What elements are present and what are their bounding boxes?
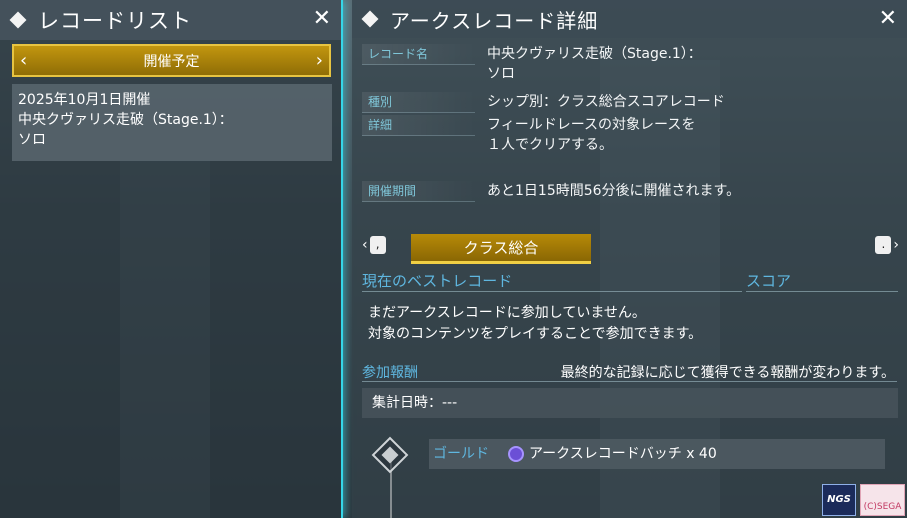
tier-diamond-icon: [371, 436, 409, 474]
ngs-logo: NGS: [822, 484, 856, 516]
period-key: 開催期間: [362, 181, 475, 202]
tally-datetime: 集計日時：---: [362, 388, 898, 418]
key-comma-icon: ,: [369, 236, 386, 254]
record-list-panel: レコードリスト ✕ ‹ 開催予定 › 2025年10月1日開催 中央クヴァリス走…: [0, 0, 343, 518]
best-record-label: 現在のベストレコード: [362, 270, 742, 292]
record-name: 中央クヴァリス走破（Stage.1）：: [18, 112, 233, 128]
copyright-text: (C)SEGA: [863, 502, 902, 512]
detail-key: 詳細: [362, 115, 475, 136]
record-name-value: 中央クヴァリス走破（Stage.1）：: [487, 46, 702, 62]
key-period-icon: .: [875, 236, 892, 254]
period-label: 開催予定: [143, 53, 200, 70]
close-icon[interactable]: ✕: [879, 6, 897, 32]
tab-next-button[interactable]: . ›: [873, 236, 899, 254]
list-item[interactable]: 2025年10月1日開催 中央クヴァリス走破（Stage.1）： ソロ: [12, 84, 332, 161]
record-detail-header: アークスレコード詳細 ✕: [352, 0, 907, 38]
tab-prev-button[interactable]: ‹ ,: [362, 236, 388, 254]
reward-label: 参加報酬: [362, 365, 418, 381]
diamond-icon: [361, 10, 379, 28]
chevron-right-icon[interactable]: ›: [316, 50, 323, 71]
reward-item: アークスレコードバッチ x 40: [529, 446, 717, 462]
badge-icon: [508, 446, 524, 462]
copyright-logo: (C)SEGA: [860, 484, 905, 516]
panel-title: アークスレコード詳細: [390, 8, 599, 33]
best-record-message: まだアークスレコードに参加していません。 対象のコンテンツをプレイすることで参加…: [368, 303, 702, 345]
chevron-left-icon: ‹: [362, 237, 368, 253]
chevron-left-icon[interactable]: ‹: [20, 50, 27, 71]
record-list-header: レコードリスト ✕: [0, 0, 341, 40]
record-detail-panel: アークスレコード詳細 ✕ レコード名 中央クヴァリス走破（Stage.1）： ソ…: [352, 0, 907, 518]
record-name-key: レコード名: [362, 44, 475, 65]
best-record-message-line1: まだアークスレコードに参加していません。: [368, 305, 646, 321]
best-record-message-line2: 対象のコンテンツをプレイすることで参加できます。: [368, 326, 703, 342]
period-value: あと1日15時間56分後に開催されます。: [487, 183, 741, 199]
reward-header: 参加報酬 最終的な記録に応じて獲得できる報酬が変わります。: [362, 362, 897, 382]
detail-value: フィールドレースの対象レースを: [487, 117, 696, 133]
chevron-right-icon: ›: [893, 237, 899, 253]
close-icon[interactable]: ✕: [313, 6, 331, 32]
type-key: 種別: [362, 92, 475, 113]
score-label: スコア: [746, 270, 898, 292]
detail-value-2: １人でクリアする。: [487, 137, 613, 153]
period-selector[interactable]: ‹ 開催予定 ›: [12, 44, 331, 77]
panel-title: レコードリスト: [38, 9, 192, 33]
diamond-icon: [9, 11, 27, 29]
type-value: シップ別：クラス総合スコアレコード: [487, 94, 725, 110]
tab-class-total[interactable]: クラス総合: [411, 234, 591, 264]
record-date: 2025年10月1日開催: [18, 92, 151, 108]
record-name-value-2: ソロ: [487, 66, 515, 82]
record-mode: ソロ: [18, 132, 46, 148]
reward-row[interactable]: ゴールド アークスレコードバッチ x 40: [429, 439, 885, 469]
reward-tier: ゴールド: [433, 446, 489, 462]
reward-note: 最終的な記録に応じて獲得できる報酬が変わります。: [560, 365, 895, 381]
